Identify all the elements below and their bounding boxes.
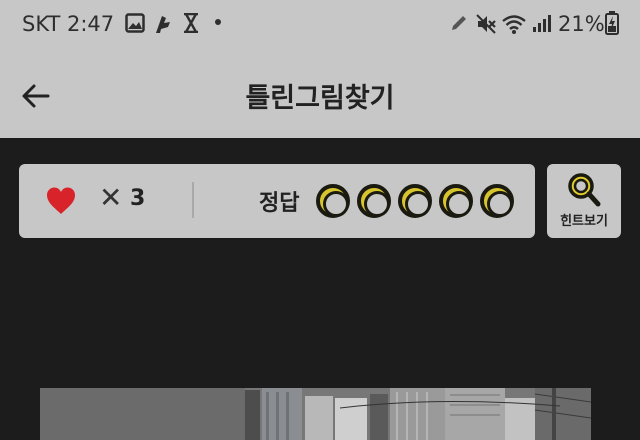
image-icon [125, 13, 145, 33]
mute-icon [476, 14, 496, 34]
app-notification-icon [156, 16, 170, 33]
hourglass-icon [184, 13, 198, 33]
puzzle-image[interactable] [40, 388, 591, 440]
answer-slot [480, 184, 514, 218]
answer-label: 정답 [259, 191, 300, 216]
page-title: 틀린그림찾기 [245, 83, 395, 114]
app-bar: 틀린그림찾기 [0, 50, 640, 138]
city-photo [40, 388, 591, 440]
answer-slot [398, 184, 432, 218]
score-panel: ✕ 3 정답 [19, 164, 535, 238]
pen-icon [452, 16, 466, 30]
times-sign: ✕ [99, 181, 123, 214]
answer-slot [439, 184, 473, 218]
answer-slot [357, 184, 391, 218]
magnifier-icon [568, 173, 601, 207]
dot-icon [215, 19, 221, 25]
battery-level: 21% [558, 12, 605, 36]
status-time: SKT 2:47 [22, 12, 115, 36]
hint-label: 힌트보기 [560, 214, 608, 229]
status-bar: SKT 2:47 21% [0, 0, 640, 50]
wifi-icon [502, 15, 526, 34]
answer-slots [316, 184, 514, 218]
battery-charging-icon [605, 11, 619, 35]
heart-icon [47, 187, 75, 214]
answer-slot [316, 184, 350, 218]
lives-count: 3 [130, 186, 146, 211]
hint-button[interactable]: 힌트보기 [547, 164, 621, 238]
signal-icon [533, 15, 551, 32]
divider [192, 182, 194, 218]
